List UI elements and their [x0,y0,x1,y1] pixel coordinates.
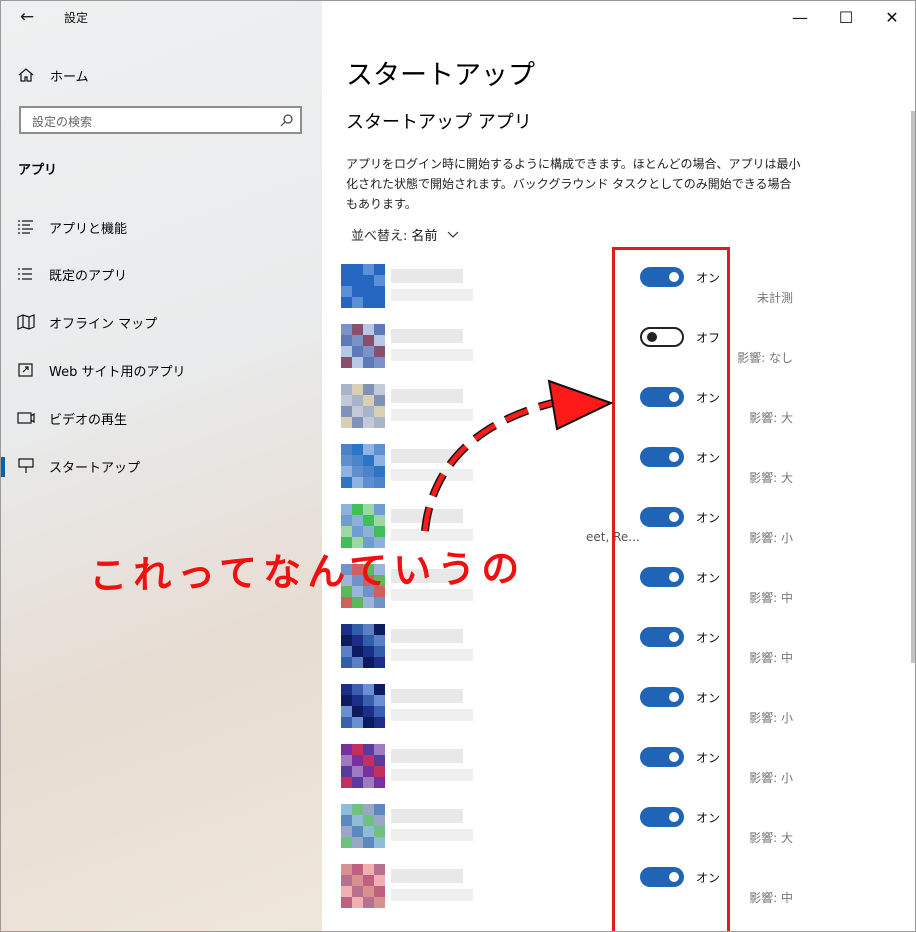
app-icon [341,624,385,668]
app-publisher-blurred [391,709,473,721]
app-name-blurred [391,269,463,283]
scrollbar[interactable] [911,111,915,663]
sidebar-item-label: Web サイト用のアプリ [49,364,186,380]
maximize-button[interactable]: ☐ [831,7,861,29]
minimize-button[interactable]: — [785,7,815,29]
startup-impact: 影響: 大 [749,831,793,845]
window-title: 設定 [64,11,89,25]
sidebar: ← 設定 ホーム アプリ アプリと機能 既定のアプリ オフライン マップ Web… [1,1,322,931]
settings-window: ← 設定 ホーム アプリ アプリと機能 既定のアプリ オフライン マップ Web… [0,0,916,932]
app-publisher-blurred [391,469,473,481]
sidebar-item-web-apps[interactable]: Web サイト用のアプリ [17,359,185,381]
sidebar-item-startup[interactable]: スタートアップ [17,455,140,477]
app-icon [341,264,385,308]
startup-impact: 影響: 小 [749,531,793,545]
app-publisher-blurred [391,409,473,421]
search-input[interactable] [30,112,274,132]
startup-impact: 影響: 小 [749,771,793,785]
map-icon [17,314,35,330]
startup-impact: 影響: 中 [749,651,793,665]
sidebar-item-label: スタートアップ [49,460,141,476]
search-icon[interactable] [280,113,294,127]
nav-home[interactable]: ホーム [17,64,89,86]
section-title: スタートアップ アプリ [346,112,532,133]
app-publisher-blurred [391,829,473,841]
app-name-blurred [391,329,463,343]
startup-impact: 影響: 大 [749,471,793,485]
selected-indicator [1,457,5,477]
app-name-blurred [391,809,463,823]
startup-impact: 影響: なし [737,351,793,365]
startup-impact: 影響: 小 [749,711,793,725]
app-name-blurred [391,749,463,763]
sidebar-item-label: アプリと機能 [49,221,128,237]
startup-icon [18,458,34,473]
startup-impact: 影響: 中 [749,591,793,605]
sort-value: 名前 [411,229,438,244]
app-icon [341,444,385,488]
nav-home-label: ホーム [50,69,89,85]
close-button[interactable]: ✕ [877,7,907,29]
app-publisher-blurred [391,289,473,301]
app-icon [341,744,385,788]
app-icon [341,384,385,428]
video-icon [17,412,35,424]
app-publisher-blurred [391,889,473,901]
sidebar-item-default-apps[interactable]: 既定のアプリ [17,263,127,285]
sidebar-item-offline-maps[interactable]: オフライン マップ [17,311,157,333]
sidebar-item-apps-features[interactable]: アプリと機能 [17,216,127,238]
sidebar-item-video-playback[interactable]: ビデオの再生 [17,407,127,429]
app-name-blurred [391,389,463,403]
sidebar-item-label: オフライン マップ [49,316,158,332]
app-name-blurred [391,449,463,463]
app-icon [341,804,385,848]
sort-label: 並べ替え: [351,229,408,244]
sort-dropdown[interactable]: 並べ替え: 名前 [351,225,459,244]
annotation-handwritten-text: これってなんていうの [88,546,526,598]
annotation-highlight-box [612,247,730,931]
chevron-down-icon [447,231,459,238]
app-publisher-blurred [391,649,473,661]
search-box[interactable] [19,106,302,134]
default-apps-icon [18,268,32,280]
home-icon [18,68,34,82]
sidebar-item-label: 既定のアプリ [49,268,128,284]
section-label: アプリ [18,163,58,178]
app-icon [341,864,385,908]
list-icon [18,220,33,234]
sidebar-item-label: ビデオの再生 [49,412,128,428]
app-publisher-blurred [391,349,473,361]
app-name-blurred [391,509,463,523]
app-icon [341,324,385,368]
app-name-blurred [391,629,463,643]
startup-impact: 未計測 [756,291,793,305]
app-publisher-blurred [391,769,473,781]
startup-impact: 影響: 大 [749,411,793,425]
startup-impact: 影響: 中 [749,891,793,905]
back-arrow-icon[interactable]: ← [17,7,37,27]
open-in-app-icon [18,363,33,377]
app-icon [341,684,385,728]
description: アプリをログイン時に開始するように構成できます。ほとんどの場合、アプリは最小化さ… [346,157,801,211]
page-title: スタートアップ [346,60,535,91]
app-name-blurred [391,689,463,703]
app-name-blurred [391,869,463,883]
